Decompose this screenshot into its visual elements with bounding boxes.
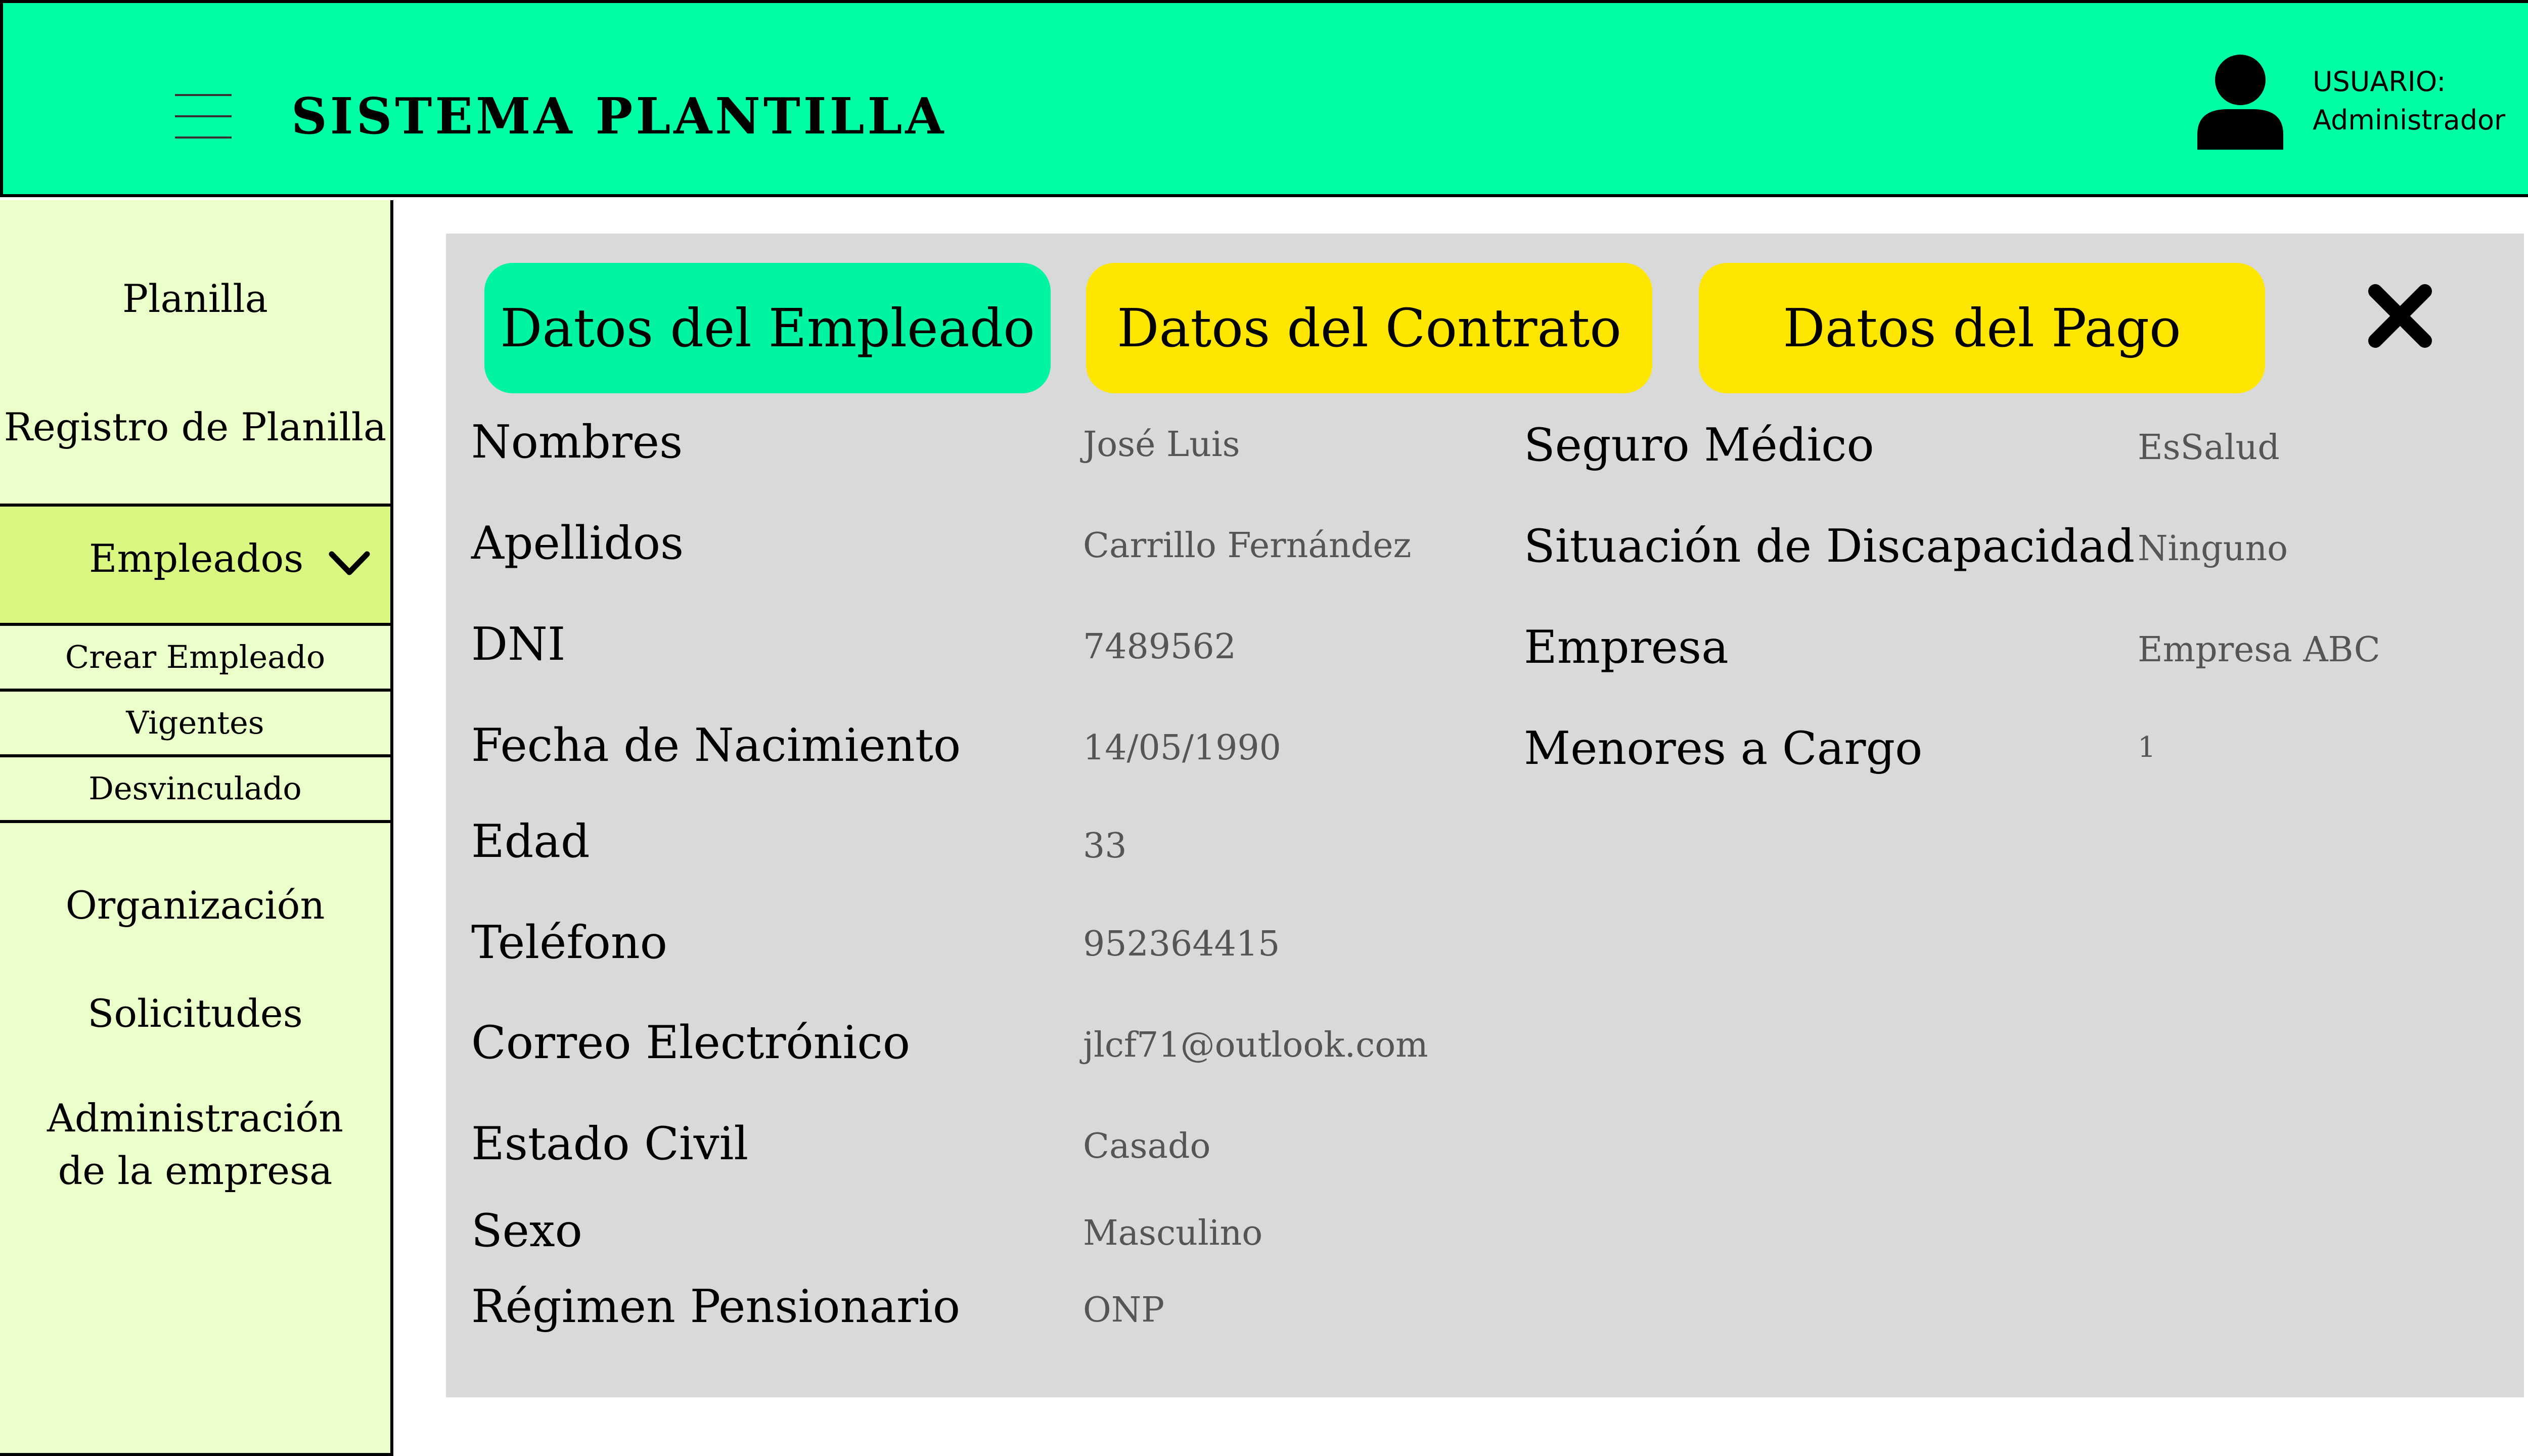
label-seguro-medico: Seguro Médico — [1524, 419, 1874, 472]
label-regimen-pensionario: Régimen Pensionario — [471, 1280, 961, 1333]
value-empresa: Empresa ABC — [2138, 630, 2380, 670]
menu-icon[interactable] — [175, 94, 232, 139]
label-sexo: Sexo — [471, 1204, 582, 1257]
value-seguro-medico: EsSalud — [2138, 428, 2280, 468]
tab-datos-contrato[interactable]: Datos del Contrato — [1086, 263, 1652, 393]
user-icon[interactable] — [2197, 54, 2283, 150]
label-fecha-nacimiento: Fecha de Nacimiento — [471, 719, 961, 772]
sidebar-item-solicitudes[interactable]: Solicitudes — [0, 991, 390, 1036]
value-nombres: José Luis — [1083, 425, 1240, 465]
label-situacion-discapacidad: Situación de Discapacidad — [1524, 520, 2135, 573]
label-apellidos: Apellidos — [471, 517, 684, 570]
user-info: USUARIO: Administrador — [2313, 63, 2505, 140]
label-nombres: Nombres — [471, 416, 683, 469]
sidebar-subitem-desvinculado[interactable]: Desvinculado — [0, 757, 390, 823]
employee-details-panel: Datos del Empleado Datos del Contrato Da… — [446, 234, 2524, 1397]
value-correo: jlcf71@outlook.com — [1083, 1025, 1428, 1065]
sidebar-item-label: Administración — [47, 1096, 343, 1141]
label-telefono: Teléfono — [471, 916, 667, 969]
sidebar: Planilla Registro de Planilla Empleados … — [0, 200, 393, 1456]
sidebar-subitem-vigentes[interactable]: Vigentes — [0, 692, 390, 757]
sidebar-item-registro-planilla[interactable]: Registro de Planilla — [0, 404, 390, 449]
label-estado-civil: Estado Civil — [471, 1117, 749, 1170]
close-icon[interactable] — [2364, 280, 2436, 352]
label-menores-a-cargo: Menores a Cargo — [1524, 722, 1923, 775]
value-edad: 33 — [1083, 826, 1127, 866]
tab-datos-empleado[interactable]: Datos del Empleado — [484, 263, 1051, 393]
value-telefono: 952364415 — [1083, 924, 1280, 964]
value-sexo: Masculino — [1083, 1213, 1263, 1253]
menu-icon-bar — [175, 94, 232, 96]
label-empresa: Empresa — [1524, 621, 1729, 674]
sidebar-item-label-line2: de la empresa — [58, 1148, 333, 1193]
tab-datos-pago[interactable]: Datos del Pago — [1699, 263, 2265, 393]
value-fecha-nacimiento: 14/05/1990 — [1083, 728, 1281, 768]
sidebar-item-administracion[interactable]: Administración de la empresa — [0, 1092, 390, 1197]
value-dni: 7489562 — [1083, 627, 1236, 667]
sidebar-item-empleados[interactable]: Empleados — [0, 504, 390, 626]
menu-icon-bar — [175, 115, 232, 117]
value-apellidos: Carrillo Fernández — [1083, 526, 1412, 566]
value-menores-a-cargo: 1 — [2138, 731, 2156, 764]
value-regimen-pensionario: ONP — [1083, 1290, 1165, 1330]
chevron-down-icon[interactable] — [329, 551, 370, 576]
label-correo: Correo Electrónico — [471, 1016, 911, 1069]
sidebar-item-label: Empleados — [89, 536, 304, 581]
top-header: SISTEMA PLANTILLA USUARIO: Administrador — [0, 0, 2528, 197]
user-label: USUARIO: — [2313, 66, 2446, 98]
sidebar-item-organizacion[interactable]: Organización — [0, 883, 390, 928]
app-title: SISTEMA PLANTILLA — [291, 87, 947, 146]
label-edad: Edad — [471, 815, 590, 868]
value-estado-civil: Casado — [1083, 1126, 1211, 1166]
sidebar-subitem-crear-empleado[interactable]: Crear Empleado — [0, 626, 390, 692]
label-dni: DNI — [471, 618, 566, 671]
user-name: Administrador — [2313, 104, 2506, 136]
menu-icon-bar — [175, 136, 232, 139]
value-situacion-discapacidad: Ninguno — [2138, 529, 2288, 569]
sidebar-item-planilla[interactable]: Planilla — [0, 276, 390, 321]
